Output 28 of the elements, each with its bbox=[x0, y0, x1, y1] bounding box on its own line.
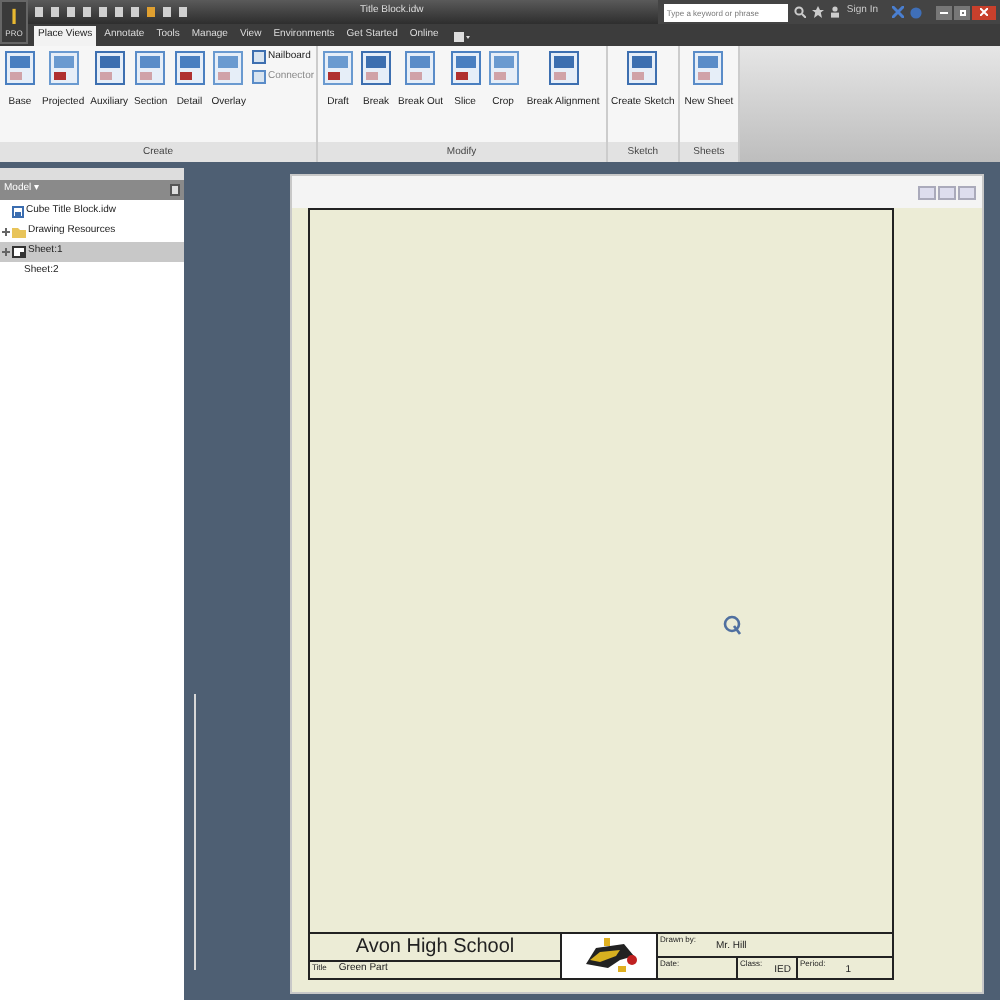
cursor-icon bbox=[722, 614, 742, 636]
sheet-icon bbox=[12, 246, 26, 258]
tool-icon bbox=[404, 50, 437, 86]
tool-icon bbox=[212, 50, 245, 86]
tool-icon bbox=[134, 50, 167, 86]
dropdown-icon[interactable] bbox=[454, 32, 471, 42]
tool-icon bbox=[360, 50, 393, 86]
user-icon bbox=[830, 6, 841, 18]
expand-icon[interactable] bbox=[2, 248, 10, 256]
tool-icon bbox=[47, 50, 80, 86]
tool-icon bbox=[626, 50, 659, 86]
document-icon bbox=[12, 206, 24, 218]
close-icon bbox=[980, 8, 988, 16]
folder-icon bbox=[12, 226, 26, 238]
school-name: Avon High School bbox=[310, 934, 560, 962]
tool-icon bbox=[449, 50, 482, 86]
tool-icon bbox=[4, 50, 36, 86]
tool-icon bbox=[547, 50, 580, 86]
tool-icon bbox=[322, 50, 355, 86]
close-button[interactable] bbox=[972, 5, 996, 19]
expand-icon[interactable] bbox=[2, 228, 10, 236]
minimize-button[interactable] bbox=[936, 5, 952, 19]
star-icon[interactable] bbox=[812, 6, 825, 18]
maximize-button[interactable] bbox=[954, 5, 970, 19]
tool-icon bbox=[487, 50, 520, 86]
tool-icon bbox=[93, 50, 126, 86]
tool-icon bbox=[173, 50, 206, 86]
tool-icon bbox=[692, 50, 725, 86]
